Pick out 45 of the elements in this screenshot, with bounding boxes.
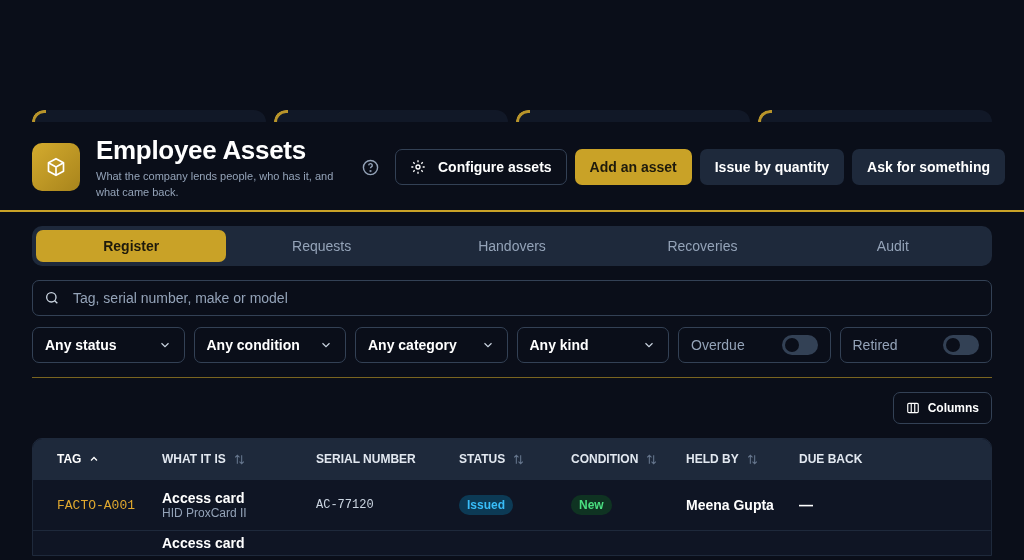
action-button[interactable]: Add an asset: [574, 149, 692, 185]
help-icon[interactable]: [362, 158, 379, 176]
column-header: SERIAL NUMBER: [316, 452, 416, 466]
condition-badge: New: [571, 495, 612, 515]
sort-icon[interactable]: [232, 452, 246, 466]
holder-name: Meena Gupta: [686, 497, 774, 513]
toggle-switch[interactable]: [781, 335, 818, 355]
asset-tag[interactable]: FACTO-A001: [57, 497, 135, 513]
column-header[interactable]: TAG: [57, 452, 82, 466]
sort-icon[interactable]: [745, 452, 759, 466]
filter-dropdown[interactable]: Any category: [355, 327, 508, 363]
due-back: —: [799, 497, 813, 513]
asset-name: Access card: [162, 490, 245, 506]
toggle-label: Overdue: [691, 337, 745, 353]
columns-button[interactable]: Columns: [892, 392, 992, 424]
tab[interactable]: Audit: [797, 230, 989, 262]
search-field[interactable]: Tag, serial number, make or model: [32, 280, 992, 316]
column-header[interactable]: CONDITION: [571, 452, 639, 466]
tab[interactable]: Requests: [226, 230, 417, 262]
serial-number: AC-77120: [316, 498, 374, 512]
filter-dropdown[interactable]: Any kind: [516, 327, 669, 363]
column-header: DUE BACK: [799, 452, 863, 466]
columns-icon: [905, 401, 920, 415]
toggle-switch[interactable]: [943, 335, 979, 355]
asset-model: HID ProxCard II: [162, 506, 247, 520]
tab[interactable]: Recoveries: [607, 230, 798, 262]
status-badge: Issued: [459, 495, 513, 515]
tab[interactable]: Register: [36, 230, 227, 262]
filter-dropdown[interactable]: Any status: [32, 327, 185, 363]
filter-dropdown[interactable]: Any condition: [193, 327, 346, 363]
asset-name: Access card: [162, 535, 245, 551]
action-button[interactable]: Issue by quantity: [699, 149, 845, 185]
search-icon: [44, 290, 60, 306]
page-subtitle: What the company lends people, who has it, and what came back.: [96, 168, 335, 200]
column-header[interactable]: HELD BY: [686, 452, 739, 466]
box-icon: [32, 143, 80, 191]
page-title: Employee Assets: [96, 134, 307, 166]
tab[interactable]: Handovers: [416, 230, 608, 262]
sort-icon[interactable]: [512, 452, 526, 466]
column-header[interactable]: STATUS: [459, 452, 506, 466]
sort-icon[interactable]: [645, 452, 659, 466]
toggle-label: Retired: [852, 337, 898, 353]
column-header[interactable]: WHAT IT IS: [162, 452, 226, 466]
action-button[interactable]: Ask for something: [852, 149, 1005, 185]
action-button[interactable]: Configure assets: [395, 149, 567, 185]
